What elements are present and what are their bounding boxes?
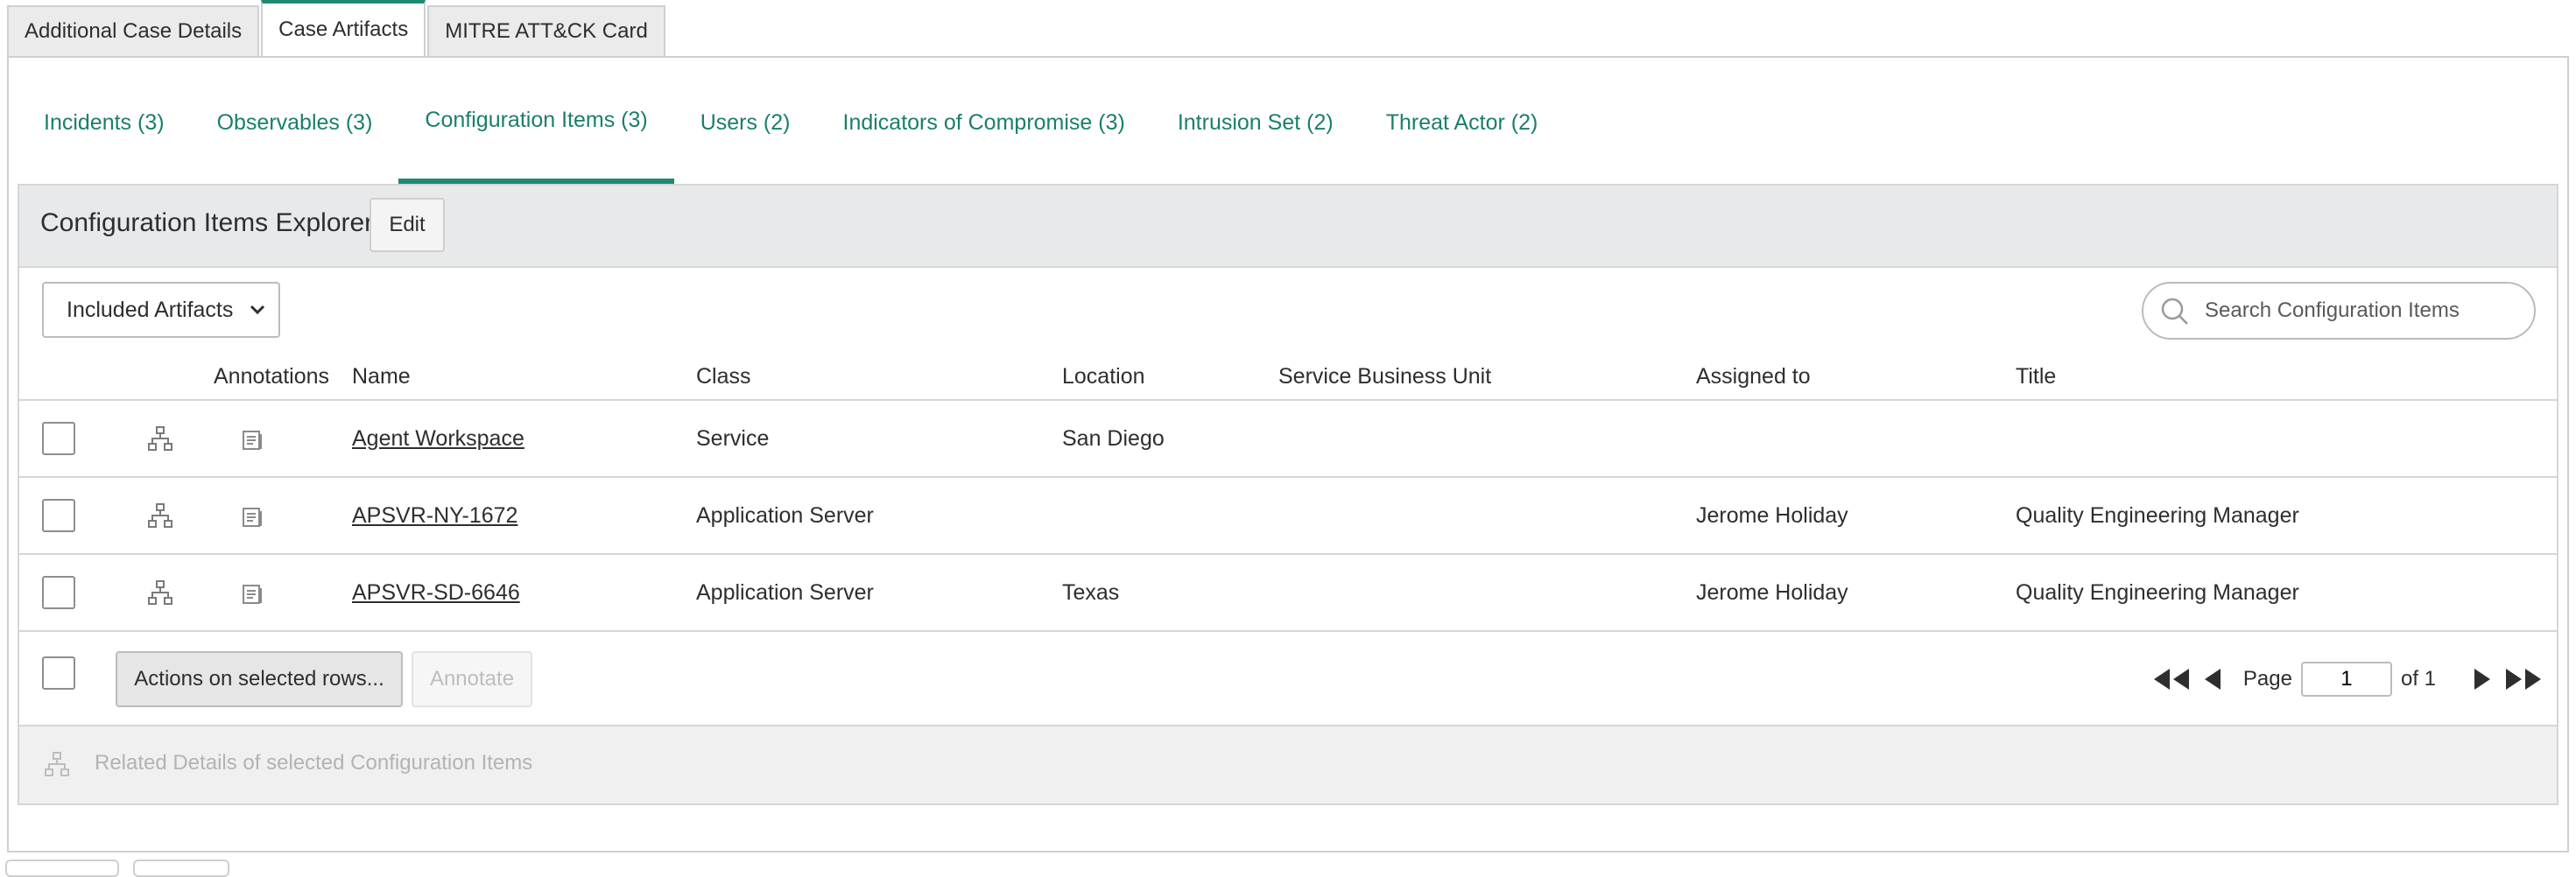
annotation-icon[interactable] (240, 581, 266, 607)
search-input[interactable] (2203, 298, 2522, 324)
artifact-filter-value: Included Artifacts (67, 297, 234, 322)
hierarchy-icon[interactable] (147, 425, 173, 452)
first-page-button[interactable] (2150, 662, 2192, 697)
top-tab-bar: Additional Case Details Case Artifacts M… (7, 0, 667, 56)
related-details-bar: Related Details of selected Configuratio… (19, 726, 2557, 803)
table-row[interactable]: APSVR-SD-6646 Application Server Texas J… (19, 555, 2557, 632)
subtab-users[interactable]: Users (2) (674, 61, 817, 184)
annotation-icon[interactable] (240, 504, 266, 530)
row-class: Service (696, 425, 770, 451)
first-page-icon (2153, 669, 2189, 690)
bottom-button-stub[interactable] (5, 859, 119, 877)
search-icon (2161, 298, 2188, 325)
row-name-link[interactable]: APSVR-NY-1672 (352, 478, 517, 553)
col-assigned-to[interactable]: Assigned to (1696, 352, 1811, 401)
subtab-observables[interactable]: Observables (3) (191, 61, 399, 184)
artifact-filter-select[interactable]: Included Artifacts (42, 282, 280, 338)
last-page-icon (2506, 669, 2541, 690)
row-class: Application Server (696, 502, 874, 528)
configuration-items-explorer: Configuration Items Explorer Edit Includ… (18, 184, 2558, 805)
hierarchy-icon[interactable] (147, 502, 173, 529)
row-checkbox[interactable] (42, 422, 75, 455)
select-all-checkbox[interactable] (42, 656, 75, 690)
subtab-threat-actor[interactable]: Threat Actor (2) (1360, 61, 1565, 184)
search-configuration-items[interactable] (2142, 282, 2536, 340)
row-assigned-to: Jerome Holiday (1696, 579, 1848, 605)
edit-button[interactable]: Edit (370, 198, 445, 252)
row-location: San Diego (1062, 425, 1165, 451)
row-checkbox[interactable] (42, 499, 75, 532)
table-footer: Actions on selected rows... Annotate Pag… (19, 632, 2557, 726)
previous-page-button[interactable] (2192, 662, 2235, 697)
row-name-link[interactable]: APSVR-SD-6646 (352, 555, 520, 630)
subtab-intrusion-set[interactable]: Intrusion Set (2) (1151, 61, 1360, 184)
subtab-indicators-of-compromise[interactable]: Indicators of Compromise (3) (817, 61, 1151, 184)
last-page-button[interactable] (2502, 662, 2544, 697)
row-title: Quality Engineering Manager (2016, 502, 2299, 528)
col-location[interactable]: Location (1062, 352, 1145, 401)
page-label: Page (2242, 667, 2292, 691)
col-title[interactable]: Title (2016, 352, 2056, 401)
table-row[interactable]: Agent Workspace Service San Diego (19, 401, 2557, 478)
related-details-label: Related Details of selected Configuratio… (95, 751, 533, 775)
explorer-header: Configuration Items Explorer Edit (19, 186, 2557, 268)
pagination: Page of 1 (2150, 656, 2544, 702)
annotate-button[interactable]: Annotate (412, 651, 532, 707)
hierarchy-icon (45, 752, 69, 776)
annotation-icon[interactable] (240, 427, 266, 453)
tab-additional-case-details[interactable]: Additional Case Details (7, 5, 260, 56)
hierarchy-icon[interactable] (147, 579, 173, 606)
row-assigned-to: Jerome Holiday (1696, 502, 1848, 528)
row-title: Quality Engineering Manager (2016, 579, 2299, 605)
col-annotations[interactable]: Annotations (214, 352, 329, 401)
previous-page-icon (2204, 669, 2221, 690)
row-location: Texas (1062, 579, 1120, 605)
row-class: Application Server (696, 579, 874, 605)
bottom-button-stub[interactable] (133, 859, 229, 877)
chevron-down-icon (250, 305, 265, 315)
subtab-incidents[interactable]: Incidents (3) (18, 61, 191, 184)
row-checkbox[interactable] (42, 576, 75, 609)
subtab-configuration-items[interactable]: Configuration Items (3) (398, 61, 674, 184)
row-name-link[interactable]: Agent Workspace (352, 401, 524, 476)
tab-mitre-attack-card[interactable]: MITRE ATT&CK Card (427, 5, 665, 56)
table-row[interactable]: APSVR-NY-1672 Application Server Jerome … (19, 478, 2557, 555)
explorer-title: Configuration Items Explorer (40, 208, 374, 237)
artifact-sub-tabs: Incidents (3) Observables (3) Configurat… (18, 61, 1564, 184)
table-header: Annotations Name Class Location Service … (19, 352, 2557, 401)
page-total: of 1 (2400, 667, 2436, 691)
page-number-input[interactable] (2300, 662, 2392, 697)
actions-on-selected-rows-button[interactable]: Actions on selected rows... (116, 651, 403, 707)
next-page-icon (2474, 669, 2490, 690)
col-class[interactable]: Class (696, 352, 751, 401)
next-page-button[interactable] (2460, 662, 2502, 697)
col-service-business-unit[interactable]: Service Business Unit (1278, 352, 1491, 401)
col-name[interactable]: Name (352, 352, 411, 401)
tab-case-artifacts[interactable]: Case Artifacts (261, 0, 426, 56)
